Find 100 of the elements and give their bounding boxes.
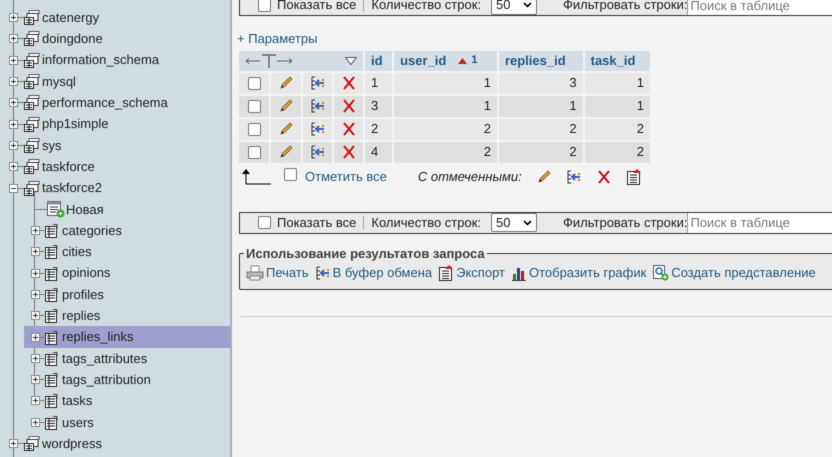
checkbox[interactable] [258, 0, 271, 12]
expand-icon[interactable] [31, 332, 40, 342]
expand-icon[interactable] [9, 34, 18, 44]
delete-icon[interactable] [340, 144, 356, 160]
table-item[interactable]: users [24, 412, 230, 433]
resize-arrows-icon[interactable] [245, 54, 293, 68]
table-item[interactable]: replies_links [24, 326, 230, 348]
delete-icon[interactable] [340, 121, 356, 137]
table-item[interactable]: tags_attribution [24, 369, 230, 390]
rows-select[interactable]: 50 [491, 213, 538, 232]
expand-icon[interactable] [9, 162, 18, 172]
table-item[interactable]: tasks [24, 390, 230, 412]
column-header[interactable]: task_id [584, 50, 650, 70]
dropdown-triangle-icon[interactable] [345, 56, 357, 64]
search-field[interactable]: Поиск в таблице [687, 0, 832, 15]
checkbox[interactable] [248, 123, 260, 136]
expand-icon[interactable] [9, 120, 18, 129]
table-item[interactable]: cities [24, 241, 230, 263]
table-icon [44, 414, 59, 430]
expand-icon[interactable] [9, 140, 18, 150]
database-icon [24, 138, 40, 153]
action-link[interactable]: Печать [246, 263, 309, 282]
delete-icon[interactable] [340, 98, 356, 114]
expand-icon[interactable] [31, 354, 40, 363]
expand-icon[interactable] [31, 396, 40, 406]
database-item[interactable]: performance_schema [0, 92, 230, 114]
new-table-icon [47, 200, 65, 218]
table-cell: 2 [365, 118, 392, 140]
copy-icon[interactable] [310, 98, 326, 114]
checkbox[interactable] [248, 146, 260, 160]
expand-icon[interactable] [31, 226, 40, 236]
pencil-icon[interactable] [278, 121, 294, 137]
column-header[interactable]: user_id 1 [394, 50, 497, 70]
new-table-item[interactable]: Новая [0, 198, 230, 220]
action-link[interactable]: Создать представление [652, 263, 816, 282]
database-item[interactable]: wordpress [0, 432, 230, 454]
table-item[interactable]: tags_attributes [24, 348, 230, 370]
expand-icon[interactable] [31, 290, 40, 299]
expand-icon[interactable] [31, 375, 40, 384]
expand-icon[interactable] [9, 13, 18, 22]
rows-count-label: Количество строк: [371, 0, 482, 14]
database-item[interactable]: catenergy [0, 7, 230, 28]
checkbox[interactable] [258, 216, 271, 229]
expand-icon[interactable] [31, 418, 40, 427]
expand-icon[interactable] [9, 98, 18, 108]
copy-icon[interactable] [310, 75, 326, 91]
delete-icon[interactable] [340, 75, 356, 91]
with-selected-label: С отмеченными: [418, 168, 522, 186]
expand-icon[interactable] [31, 247, 40, 256]
table-cell: 2 [394, 118, 497, 140]
export-icon[interactable] [626, 168, 642, 184]
expand-icon[interactable] [31, 268, 40, 278]
checkbox[interactable] [248, 100, 260, 114]
database-item[interactable]: php1simple [0, 113, 230, 135]
search-field[interactable]: Поиск в таблице [687, 212, 832, 232]
options-link[interactable]: + Параметры [237, 29, 318, 48]
database-icon [24, 436, 40, 452]
export-icon[interactable] [438, 264, 454, 281]
copy-icon[interactable] [310, 121, 326, 137]
database-item[interactable]: information_schema [0, 50, 230, 71]
column-header[interactable]: replies_id [498, 50, 583, 70]
copy-icon[interactable] [310, 144, 326, 160]
database-item[interactable]: taskforce2 [0, 177, 230, 199]
checkbox[interactable] [284, 168, 297, 181]
table-cell: 2 [394, 142, 497, 162]
pencil-icon[interactable] [278, 75, 294, 91]
check-all-link[interactable]: Отметить все [305, 166, 387, 186]
expand-icon[interactable] [9, 77, 18, 86]
database-item[interactable]: mysql [0, 70, 230, 92]
expand-icon[interactable] [9, 439, 18, 448]
table-item[interactable]: opinions [24, 262, 230, 284]
copy-icon[interactable] [314, 264, 331, 281]
table-cell: 3 [365, 96, 392, 116]
table-item[interactable]: replies [24, 305, 230, 326]
rows-select[interactable]: 50 [491, 0, 538, 14]
pencil-icon[interactable] [278, 144, 294, 160]
database-item[interactable]: doingdone [0, 28, 230, 50]
collapse-icon[interactable] [9, 184, 18, 193]
database-item[interactable]: sys [0, 134, 230, 156]
delete-icon[interactable] [596, 168, 612, 184]
table-item[interactable]: profiles [24, 284, 230, 306]
table-cell: 1 [584, 72, 650, 94]
action-link[interactable]: Экспорт [438, 263, 505, 282]
column-header[interactable]: id [365, 50, 392, 70]
action-link[interactable]: В буфер обмена [314, 263, 432, 282]
expand-icon[interactable] [31, 311, 40, 320]
pencil-icon[interactable] [278, 98, 294, 114]
filter-rows-label: Фильтровать строки: [563, 0, 688, 14]
pencil-icon[interactable] [536, 168, 552, 184]
table-cell: 2 [584, 118, 650, 140]
table-item[interactable]: categories [24, 220, 230, 242]
copy-icon[interactable] [566, 168, 582, 184]
database-icon [24, 180, 40, 196]
database-item[interactable]: taskforce [0, 156, 230, 178]
database-icon [24, 31, 40, 46]
action-link[interactable]: Отобразить график [510, 263, 646, 282]
checkbox[interactable] [248, 77, 260, 90]
show-all-label: Показать все [277, 214, 356, 232]
expand-icon[interactable] [9, 56, 18, 65]
database-icon [24, 95, 40, 110]
